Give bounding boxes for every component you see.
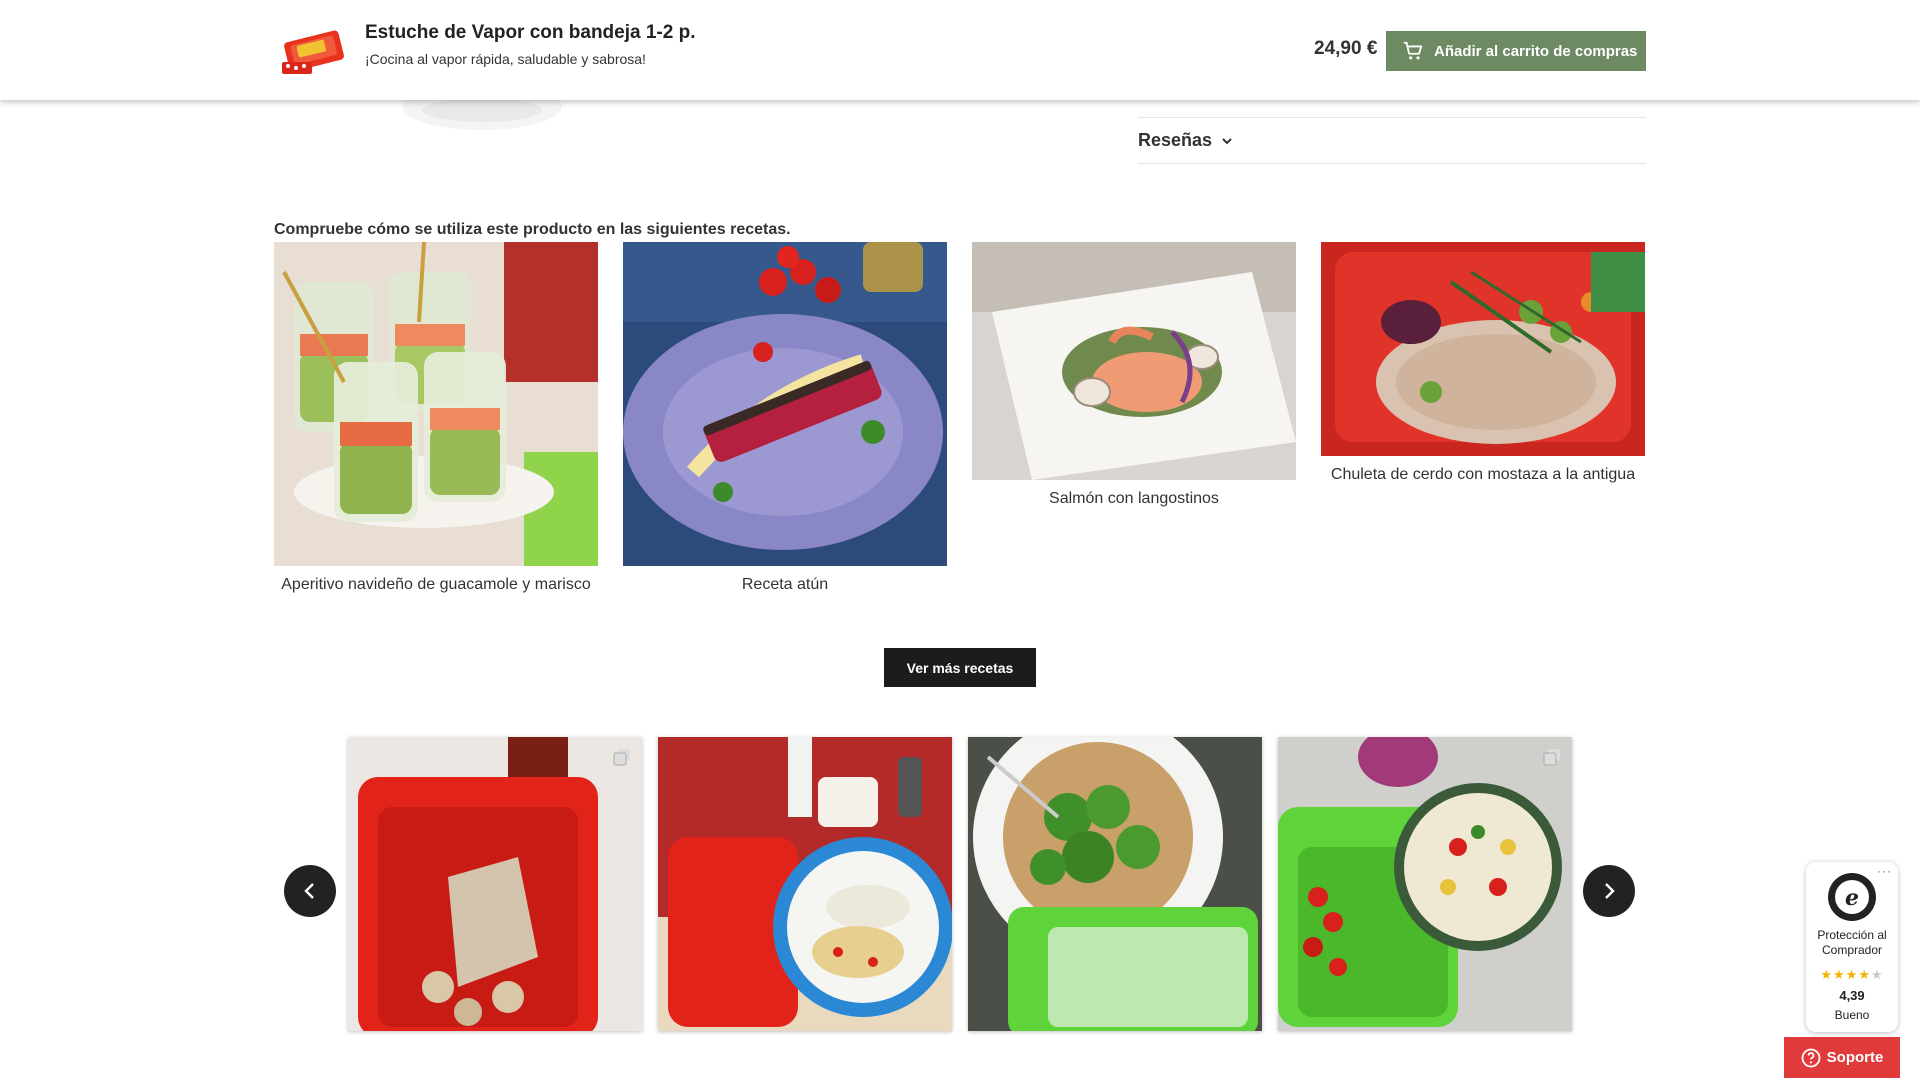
see-more-recipes-button[interactable]: Ver más recetas (884, 648, 1036, 687)
sticky-product-header: Estuche de Vapor con bandeja 1-2 p. ¡Coc… (0, 0, 1920, 100)
star-icon: ★ (1845, 967, 1859, 982)
carousel-next-button[interactable] (1583, 865, 1635, 917)
add-to-cart-label: Añadir al carrito de compras (1434, 42, 1638, 60)
star-icon: ★ (1820, 967, 1834, 982)
recipe-photo (972, 242, 1296, 480)
rating-stars: ★★★★★ (1806, 967, 1898, 983)
star-icon: ★ (1870, 967, 1884, 982)
rating-score: 4,39 (1839, 988, 1865, 1003)
recipe-image-atun[interactable] (623, 242, 947, 566)
product-thumbnail (282, 30, 344, 74)
carousel-photo[interactable] (1278, 737, 1572, 1031)
reviews-label: Reseñas (1138, 130, 1213, 150)
svg-text:e: e (1845, 885, 1859, 911)
carousel-photo[interactable] (658, 737, 952, 1031)
add-to-cart-button[interactable]: Añadir al carrito de compras (1386, 31, 1646, 71)
recipes-heading: Compruebe cómo se utiliza este producto … (274, 221, 791, 238)
user-photo (348, 737, 642, 1031)
user-photo (658, 737, 952, 1031)
recipe-image-salmon[interactable] (972, 242, 1296, 480)
product-title: Estuche de Vapor con bandeja 1-2 p. (365, 22, 696, 43)
product-subtitle: ¡Cocina al vapor rápida, saludable y sab… (365, 51, 646, 67)
product-image-edge (402, 100, 562, 130)
recipe-photo (274, 242, 598, 566)
recipe-photo (623, 242, 947, 566)
star-icon: ★ (1858, 967, 1871, 982)
chevron-left-icon (304, 883, 314, 899)
help-circle-icon (1801, 1048, 1821, 1067)
recipe-image-chuleta[interactable] (1321, 242, 1645, 456)
chevron-right-icon (1605, 883, 1615, 899)
multiple-photos-icon (1543, 749, 1560, 766)
recipe-caption[interactable]: Receta atún (623, 576, 947, 594)
trusted-shops-badge[interactable]: ··· e Protección al Comprador ★★★★★ 4,39… (1806, 862, 1898, 1032)
recipe-caption[interactable]: Chuleta de cerdo con mostaza a la antigu… (1321, 466, 1645, 484)
recipe-photo (1321, 242, 1645, 456)
user-photo (1278, 737, 1572, 1031)
support-button[interactable]: Soporte (1784, 1037, 1900, 1078)
carousel-photo[interactable] (968, 737, 1262, 1031)
user-photo (968, 737, 1262, 1031)
carousel-photo[interactable] (348, 737, 642, 1031)
reviews-accordion[interactable]: Reseñas (1138, 118, 1646, 164)
recipe-caption[interactable]: Salmón con langostinos (972, 490, 1296, 508)
product-price: 24,90 € (1314, 38, 1378, 59)
badge-menu-icon[interactable]: ··· (1877, 864, 1892, 878)
chevron-down-icon (1222, 137, 1232, 144)
trusted-shops-seal-icon: e (1828, 873, 1876, 921)
support-label: Soporte (1826, 1049, 1884, 1066)
star-icon: ★ (1833, 967, 1846, 982)
rating-text: Bueno (1834, 1008, 1870, 1022)
recipe-image-guacamole[interactable] (274, 242, 598, 566)
carousel-prev-button[interactable] (284, 865, 336, 917)
multiple-photos-icon (613, 749, 630, 766)
shopping-cart-icon (1403, 41, 1423, 60)
recipe-caption[interactable]: Aperitivo navideño de guacamole y marisc… (274, 576, 598, 594)
buyer-protection-label: Protección al Comprador (1817, 928, 1887, 957)
